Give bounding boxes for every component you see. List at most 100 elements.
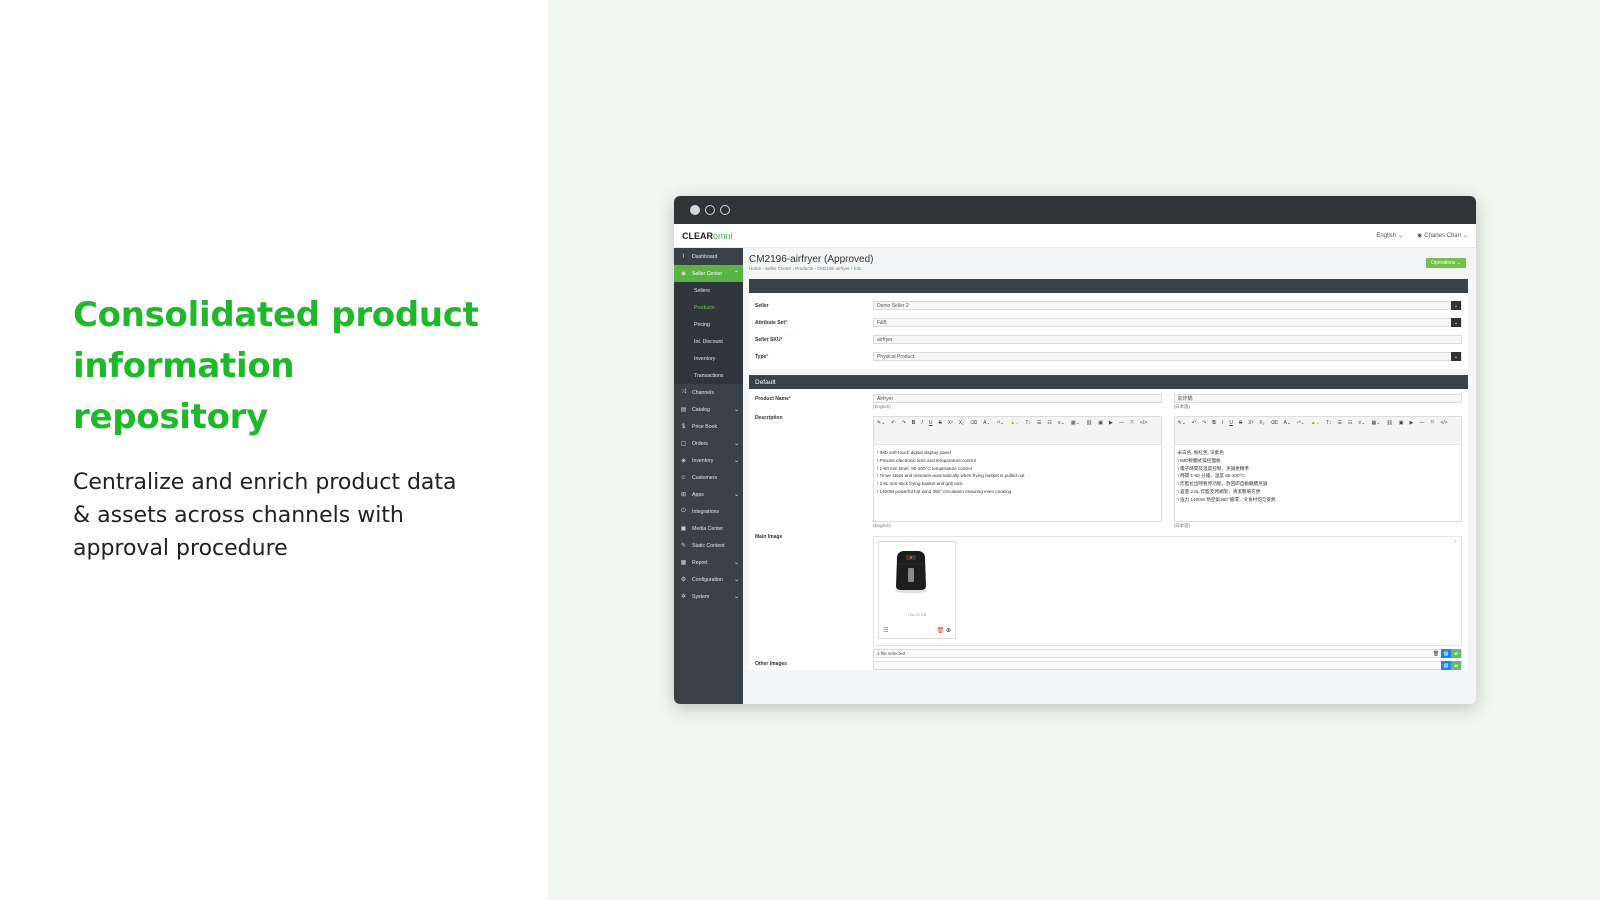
hr-icon[interactable]: — (1419, 420, 1424, 441)
trash-icon[interactable]: 🗑 (1431, 649, 1441, 658)
attribute-set-select[interactable]: F&B ⌄ (873, 318, 1462, 327)
redo-icon[interactable]: ↷ (902, 420, 906, 441)
sidebar-item-integrations[interactable]: ⏻ Integrations (674, 503, 743, 520)
superscript-icon[interactable]: X² (948, 420, 953, 441)
zoom-icon[interactable]: ⊕ (946, 628, 951, 634)
redo-icon[interactable]: ↷ (1202, 420, 1206, 441)
ol-icon[interactable]: ☷ (1047, 420, 1051, 441)
font-icon[interactable]: A⌄ (1284, 420, 1292, 441)
sidebar-item-configuration[interactable]: ⚙ Configuration ⌄ (674, 571, 743, 588)
sidebar-item-inventory[interactable]: Inventory (674, 350, 743, 367)
text-height-icon[interactable]: T↕ (1326, 420, 1332, 441)
sidebar-item-report[interactable]: ▦ Report ⌄ (674, 554, 743, 571)
sidebar-item-seller-center[interactable]: ◉ Seller Center ⌃ (674, 265, 743, 282)
size-icon[interactable]: ¹³⌄ (997, 420, 1005, 441)
ol-icon[interactable]: ☷ (1348, 420, 1352, 441)
user-menu[interactable]: ◉ Charles Chan ⌄ (1417, 232, 1468, 240)
folder-icon[interactable]: ▰ (1451, 649, 1461, 658)
browse-icon[interactable]: ▤ (1441, 649, 1451, 658)
menu-icon[interactable]: ☰ (883, 627, 888, 634)
eraser-icon[interactable]: ⌫ (1271, 420, 1278, 441)
undo-icon[interactable]: ↶ (1192, 420, 1196, 441)
ul-icon[interactable]: ☰ (1037, 420, 1041, 441)
sidebar-item-orders[interactable]: ▢ Orders ⌄ (674, 435, 743, 452)
brush-icon[interactable]: ✎⌄ (877, 420, 885, 441)
sidebar-item-int-discount[interactable]: Int. Discount (674, 333, 743, 350)
hr-icon[interactable]: — (1119, 420, 1124, 441)
code-icon[interactable]: </> (1140, 420, 1147, 441)
type-select[interactable]: Physical Product ⌄ (873, 352, 1462, 361)
sidebar-item-pricing[interactable]: Pricing (674, 316, 743, 333)
breadcrumb-item[interactable]: Seller Center (765, 266, 791, 271)
browse-icon[interactable]: ▤ (1441, 661, 1451, 670)
sidebar-item-system[interactable]: ✲ System ⌄ (674, 588, 743, 605)
seller-select[interactable]: Demo Seller 2 ⌄ (873, 301, 1462, 310)
brush-icon[interactable]: ✎⌄ (1178, 420, 1186, 441)
bold-icon[interactable]: B (912, 420, 916, 441)
sidebar-item-products[interactable]: Products (674, 299, 743, 316)
description-jp-content[interactable]: 米白色, 粉紅色, 深藍色 \ IMD輕觸式操控面板 \ 電子時間及溫度控制，烹調更… (1175, 445, 1462, 508)
description-en-content[interactable]: \ IMD soft-touch digital display panel \ … (874, 445, 1161, 500)
size-icon[interactable]: ¹³⌄ (1297, 420, 1305, 441)
seller-sku-input[interactable]: airfryer (873, 335, 1462, 344)
product-name-en-input[interactable]: Airfryer (873, 394, 1162, 403)
subscript-icon[interactable]: X₂ (959, 420, 964, 441)
description-en-editor[interactable]: ✎⌄ ↶ ↷ B I U S X² X₂ ⌫ A⌄ ¹³⌄ ▲⌄ T↕ ☰ ☷ ≡⌄ ▦⌄ ⛓ ▣ ▶ — ⤧ </> \ … (873, 416, 1162, 522)
main-image-file-input[interactable]: 1 file selected 🗑 ▤ ▰ (873, 649, 1462, 658)
window-dot-minimize[interactable] (705, 205, 715, 215)
undo-icon[interactable]: ↶ (891, 420, 895, 441)
color-icon[interactable]: ▲⌄ (1311, 420, 1320, 441)
window-dot-maximize[interactable] (720, 205, 730, 215)
sidebar-item-inventory[interactable]: ◈ Inventory ⌄ (674, 452, 743, 469)
sidebar-item-dashboard[interactable]: ⌇ Dashboard (674, 248, 743, 265)
breadcrumb-item[interactable]: Home (749, 266, 761, 271)
window-dot-close[interactable] (690, 205, 700, 215)
code-icon[interactable]: </> (1440, 420, 1447, 441)
other-images-file-input[interactable]: ▤ ▰ (873, 661, 1462, 670)
video-icon[interactable]: ▶ (1410, 420, 1414, 441)
subscript-icon[interactable]: X₂ (1259, 420, 1264, 441)
ul-icon[interactable]: ☰ (1337, 420, 1341, 441)
italic-icon[interactable]: I (921, 420, 922, 441)
sidebar-item-apps[interactable]: ⊞ Apps ⌄ (674, 486, 743, 503)
italic-icon[interactable]: I (1222, 420, 1223, 441)
image-thumbnail[interactable]: 128.22 KB ☰ 🗑 ⊕ (878, 541, 956, 639)
language-selector[interactable]: English ⌄ (1376, 232, 1403, 240)
description-jp-editor[interactable]: ✎⌄ ↶ ↷ B I U S X² X₂ ⌫ A⌄ ¹³⌄ ▲⌄ T↕ ☰ ☷ ≡⌄ ▦⌄ ⛓ ▣ ▶ — ⤧ </> 米白… (1173, 416, 1462, 522)
image-icon[interactable]: ▣ (1098, 420, 1103, 441)
fullscreen-icon[interactable]: ⤧ (1430, 420, 1434, 441)
video-icon[interactable]: ▶ (1109, 420, 1113, 441)
folder-icon[interactable]: ▰ (1451, 661, 1461, 670)
main-image-dropzone[interactable]: × 128.22 KB ☰ 🗑 ⊕ (873, 536, 1462, 646)
fullscreen-icon[interactable]: ⤧ (1130, 420, 1134, 441)
image-icon[interactable]: ▣ (1399, 420, 1404, 441)
strike-icon[interactable]: S (1239, 420, 1242, 441)
underline-icon[interactable]: U (929, 420, 933, 441)
table-icon[interactable]: ▦⌄ (1371, 420, 1380, 441)
sidebar-item-transactions[interactable]: Transactions (674, 367, 743, 384)
font-icon[interactable]: A⌄ (983, 420, 991, 441)
sidebar-item-sellers[interactable]: Sellers (674, 282, 743, 299)
align-icon[interactable]: ≡⌄ (1358, 420, 1365, 441)
sidebar-item-catalog[interactable]: ▤ Catalog ⌄ (674, 401, 743, 418)
sidebar-item-channels[interactable]: ⤨ Channels (674, 384, 743, 401)
color-icon[interactable]: ▲⌄ (1010, 420, 1019, 441)
close-icon[interactable]: × (1453, 539, 1457, 545)
eraser-icon[interactable]: ⌫ (970, 420, 977, 441)
text-height-icon[interactable]: T↕ (1025, 420, 1031, 441)
trash-icon[interactable]: 🗑 (937, 628, 945, 634)
sidebar-item-static-content[interactable]: ✎ Static Content (674, 537, 743, 554)
app-logo[interactable]: CLEARomni (682, 231, 733, 241)
strike-icon[interactable]: S (938, 420, 941, 441)
link-icon[interactable]: ⛓ (1086, 420, 1092, 441)
sidebar-item-price-book[interactable]: $ Price Book (674, 418, 743, 435)
operations-button[interactable]: Operations ⌄ (1425, 258, 1466, 268)
link-icon[interactable]: ⛓ (1386, 420, 1392, 441)
superscript-icon[interactable]: X² (1248, 420, 1253, 441)
table-icon[interactable]: ▦⌄ (1071, 420, 1080, 441)
bold-icon[interactable]: B (1212, 420, 1216, 441)
sidebar-item-media-center[interactable]: ▣ Media Center (674, 520, 743, 537)
product-name-jp-input[interactable]: 氣炸鍋 (1173, 394, 1462, 403)
breadcrumb-item[interactable]: CM2196-airfryer (817, 266, 850, 271)
align-icon[interactable]: ≡⌄ (1058, 420, 1065, 441)
